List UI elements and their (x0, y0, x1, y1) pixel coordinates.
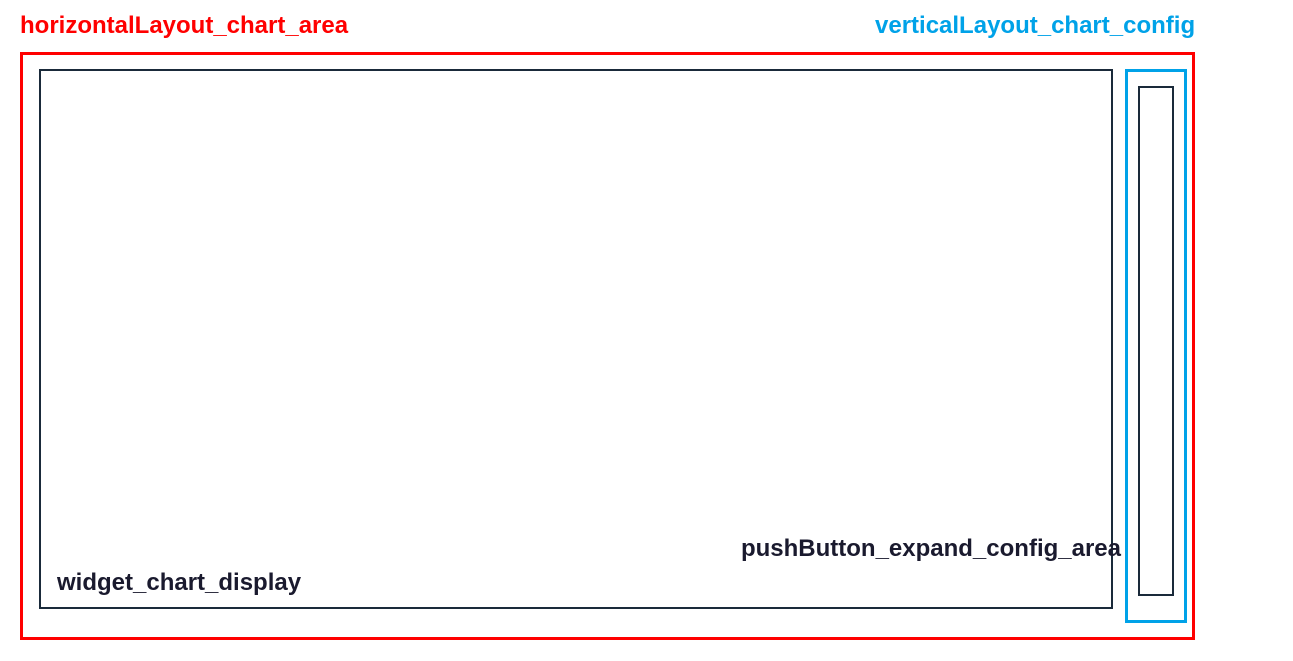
push-button-expand-config-area[interactable] (1138, 86, 1174, 596)
horizontal-layout-label: horizontalLayout_chart_area (20, 12, 348, 40)
horizontal-layout-chart-area: widget_chart_display pushButton_expand_c… (20, 52, 1195, 640)
vertical-layout-chart-config (1125, 69, 1187, 623)
push-button-label: pushButton_expand_config_area (741, 535, 1121, 563)
vertical-layout-label: verticalLayout_chart_config (875, 12, 1195, 40)
widget-chart-display: widget_chart_display pushButton_expand_c… (39, 69, 1113, 609)
widget-chart-display-label: widget_chart_display (57, 569, 301, 597)
